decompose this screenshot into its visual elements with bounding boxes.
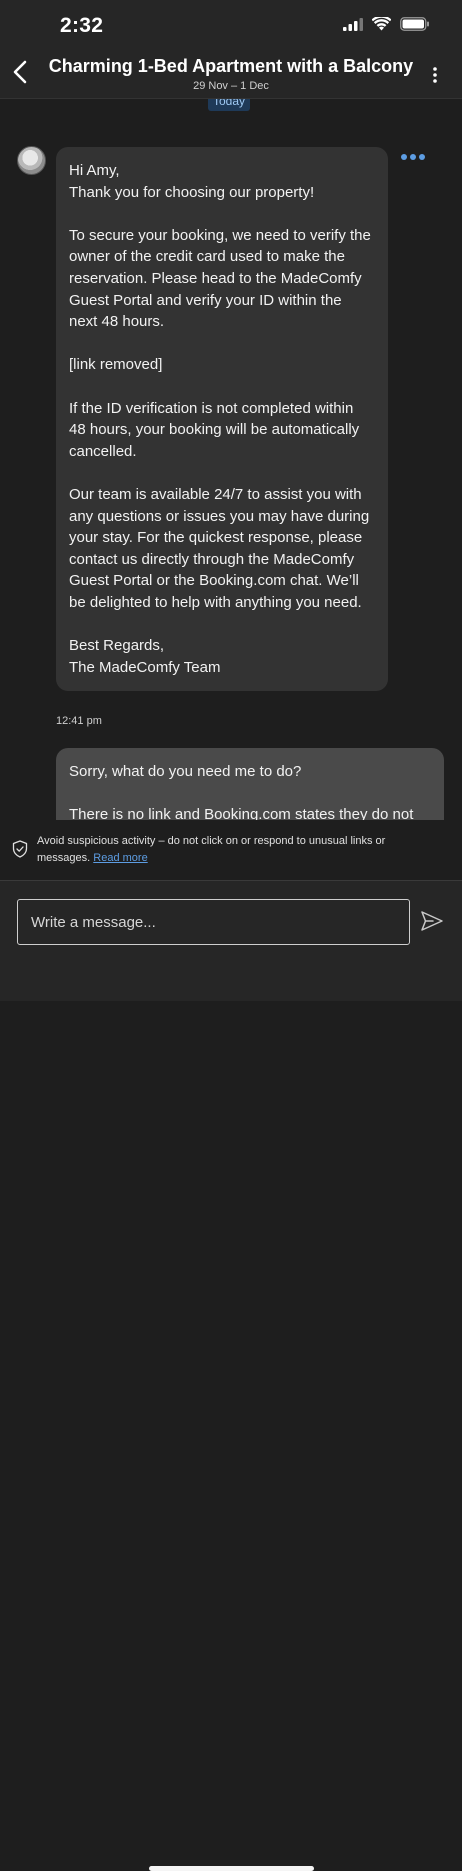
page-title: Charming 1-Bed Apartment with a Balcony [48, 56, 414, 76]
safety-notice-message: Avoid suspicious activity – do not click… [37, 835, 386, 864]
send-icon[interactable] [420, 910, 444, 932]
message-thread[interactable]: Today Hi Amy, Thank you for choosing our… [0, 99, 462, 820]
status-bar: 2:32 [0, 0, 462, 48]
chevron-left-icon[interactable] [10, 58, 32, 86]
home-indicator [149, 1866, 314, 1871]
avatar [17, 146, 46, 175]
battery-icon [400, 17, 429, 31]
message-timestamp: 12:41 pm [56, 715, 102, 727]
more-horizontal-icon[interactable] [401, 154, 425, 160]
more-vertical-icon[interactable] [432, 66, 438, 86]
read-more-link[interactable]: Read more [93, 852, 147, 864]
outgoing-message-bubble: Sorry, what do you need me to do? There … [56, 748, 444, 820]
incoming-message-bubble: Hi Amy, Thank you for choosing our prope… [56, 147, 388, 692]
safety-notice: Avoid suspicious activity – do not click… [0, 820, 462, 880]
booking-dates: 29 Nov – 1 Dec [193, 80, 269, 92]
message-input[interactable] [17, 899, 410, 945]
wifi-icon [372, 17, 391, 31]
shield-check-icon [12, 840, 28, 858]
status-time: 2:32 [60, 14, 104, 37]
message-composer [0, 880, 462, 1871]
signal-icon [343, 17, 363, 31]
date-chip: Today [208, 99, 251, 111]
status-icons [343, 17, 430, 31]
safety-notice-text: Avoid suspicious activity – do not click… [37, 833, 437, 867]
conversation-header: Charming 1-Bed Apartment with a Balcony … [0, 48, 462, 99]
